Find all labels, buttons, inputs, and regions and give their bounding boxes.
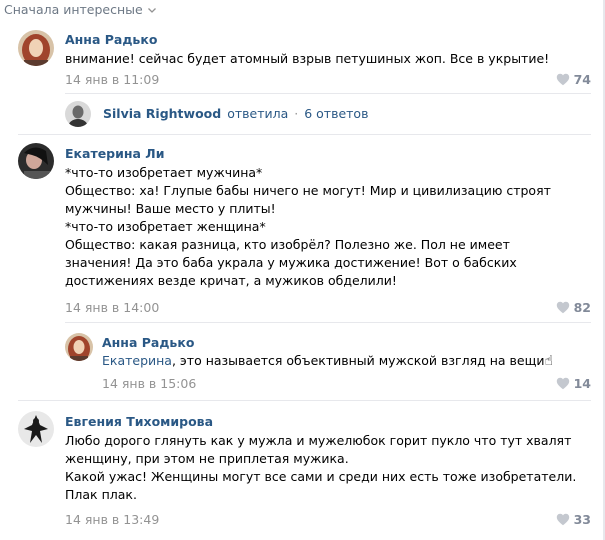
like-button[interactable]: 33 [556,512,591,527]
comment-date[interactable]: 14 янв в 13:49 [65,512,159,527]
comment-author[interactable]: Екатерина Ли [65,146,164,161]
pointing-up-emoji: ☝ [544,353,554,369]
comment-text: внимание! сейчас будет атомный взрыв пет… [65,51,550,66]
avatar[interactable] [18,411,54,447]
reply-action: ответила [227,106,289,121]
sort-label: Сначала интересные [4,2,143,17]
comment-text: Любо дорого глянуть как у мужла и мужелю… [65,433,577,502]
heart-icon [556,377,569,390]
separator [65,93,591,94]
reply-avatar[interactable] [65,333,93,361]
reply-author[interactable]: Анна Радько [102,335,194,350]
replies-count[interactable]: 6 ответов [304,106,368,121]
avatar[interactable] [18,30,54,66]
comment-author[interactable]: Евгения Тихомирова [65,414,213,429]
avatar[interactable] [18,143,54,179]
like-count: 33 [573,512,591,527]
like-count: 82 [573,300,591,315]
separator [65,322,591,323]
like-count: 14 [573,376,591,391]
separator [18,400,591,401]
heart-icon [556,513,569,526]
reply-avatar[interactable] [65,101,91,127]
comment-author[interactable]: Анна Радько [65,32,157,47]
sort-dropdown[interactable]: Сначала интересные [4,2,157,17]
comment-text: *что-то изобретает мужчина* Общество: ха… [65,165,551,288]
replies-preview[interactable]: Silvia Rightwood ответила · 6 ответов [103,106,368,121]
like-button[interactable]: 74 [556,72,591,87]
like-button[interactable]: 82 [556,300,591,315]
like-count: 74 [573,72,591,87]
heart-icon [556,301,569,314]
comment-date[interactable]: 14 янв в 14:00 [65,300,159,315]
chevron-down-icon [147,7,156,13]
reply-author[interactable]: Silvia Rightwood [103,106,221,121]
reply-text: Екатерина, это называется объективный му… [102,352,582,370]
reply-date[interactable]: 14 янв в 15:06 [102,376,196,391]
separator [18,134,591,135]
dot-separator: · [294,106,299,121]
like-button[interactable]: 14 [556,376,591,391]
comment-date[interactable]: 14 янв в 11:09 [65,72,159,87]
reply-text-body: , это называется объективный мужской взг… [171,353,545,368]
heart-icon [556,73,569,86]
mention-link[interactable]: Екатерина [102,353,172,368]
